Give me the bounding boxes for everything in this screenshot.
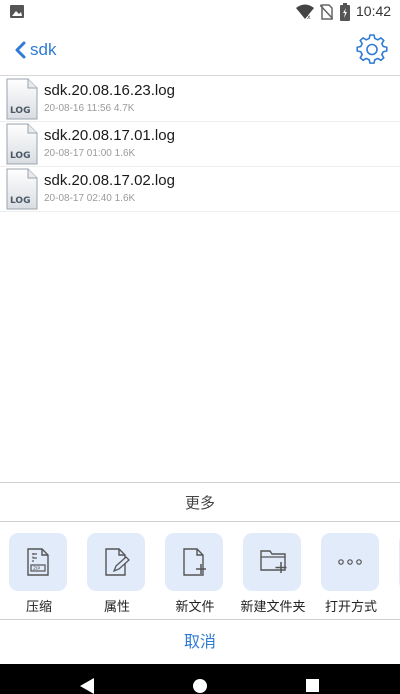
navigation-bar bbox=[0, 664, 400, 694]
action-tile[interactable] bbox=[243, 533, 301, 591]
battery-icon bbox=[340, 3, 350, 21]
file-row[interactable]: LOG sdk.20.08.17.02.log 20-08-17 02:40 1… bbox=[0, 167, 400, 212]
action-compress[interactable]: ZIP 压缩 bbox=[0, 533, 78, 615]
file-type-badge: LOG bbox=[10, 196, 31, 206]
zip-icon: ZIP bbox=[27, 548, 49, 576]
file-name: sdk.20.08.17.01.log bbox=[44, 127, 175, 144]
chevron-left-icon bbox=[15, 41, 26, 59]
action-tile[interactable] bbox=[321, 533, 379, 591]
actions-row[interactable]: ZIP 压缩 属性 新文件 新建文件夹 打开方式 bbox=[0, 523, 400, 619]
file-meta: 20-08-17 02:40 1.6K bbox=[44, 193, 136, 204]
page-title: sdk bbox=[30, 40, 57, 59]
more-dots-icon bbox=[338, 559, 362, 565]
file-name: sdk.20.08.16.23.log bbox=[44, 82, 175, 99]
action-label: 新建文件夹 bbox=[240, 600, 306, 615]
file-list: LOG sdk.20.08.16.23.log 20-08-16 11:56 4… bbox=[0, 77, 400, 212]
action-tile[interactable]: ZIP bbox=[9, 533, 67, 591]
svg-text:ZIP: ZIP bbox=[33, 566, 40, 572]
file-row[interactable]: LOG sdk.20.08.17.01.log 20-08-17 01:00 1… bbox=[0, 122, 400, 167]
more-actions-sheet: 更多 ZIP 压缩 属性 新文件 新建文件夹 打开方式 取消 bbox=[0, 482, 400, 664]
nav-home-icon[interactable] bbox=[193, 679, 207, 693]
action-properties[interactable]: 属性 bbox=[78, 533, 156, 615]
action-label: 新文件 bbox=[175, 600, 215, 615]
file-edit-icon bbox=[105, 548, 130, 576]
action-open-with[interactable]: 打开方式 bbox=[312, 533, 390, 615]
svg-text:x: x bbox=[307, 14, 311, 20]
no-sim-icon bbox=[320, 4, 333, 20]
file-row[interactable]: LOG sdk.20.08.16.23.log 20-08-16 11:56 4… bbox=[0, 77, 400, 122]
back-button[interactable]: sdk bbox=[14, 34, 56, 66]
new-folder-icon bbox=[260, 550, 287, 573]
sheet-title: 更多 bbox=[0, 482, 400, 522]
action-label: 属性 bbox=[103, 600, 130, 615]
nav-recents-icon[interactable] bbox=[306, 679, 319, 692]
action-new-folder[interactable]: 新建文件夹 bbox=[234, 533, 312, 615]
file-type-badge: LOG bbox=[10, 151, 31, 161]
file-type-badge: LOG bbox=[10, 106, 31, 116]
gear-icon[interactable] bbox=[356, 34, 388, 66]
new-file-icon bbox=[183, 548, 206, 576]
file-meta: 20-08-16 11:56 4.7K bbox=[44, 103, 135, 114]
wifi-icon: x bbox=[296, 4, 314, 20]
cancel-button[interactable]: 取消 bbox=[0, 619, 400, 664]
image-notification-icon bbox=[10, 5, 24, 18]
file-name: sdk.20.08.17.02.log bbox=[44, 172, 175, 189]
action-tile[interactable] bbox=[87, 533, 145, 591]
nav-back-icon[interactable] bbox=[80, 678, 94, 694]
status-bar: x 10:42 bbox=[0, 0, 400, 24]
action-new-file[interactable]: 新文件 bbox=[156, 533, 234, 615]
file-meta: 20-08-17 01:00 1.6K bbox=[44, 148, 136, 159]
clock: 10:42 bbox=[356, 3, 392, 19]
toolbar: sdk bbox=[0, 24, 400, 76]
action-tile[interactable] bbox=[165, 533, 223, 591]
action-label: 打开方式 bbox=[324, 600, 377, 615]
